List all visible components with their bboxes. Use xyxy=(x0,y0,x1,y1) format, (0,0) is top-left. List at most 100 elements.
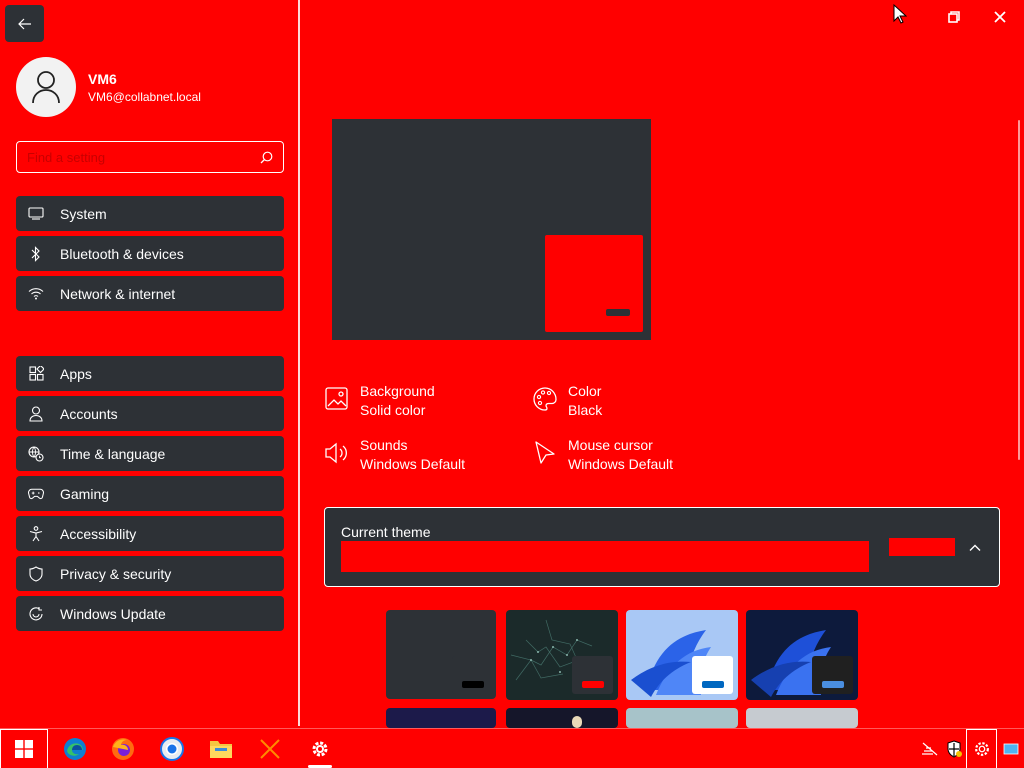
monitor-icon xyxy=(28,206,44,222)
start-button[interactable] xyxy=(0,729,48,768)
user-name: VM6 xyxy=(88,70,117,87)
x-app-taskbar-button[interactable] xyxy=(251,729,289,768)
windows-start-icon xyxy=(15,740,33,758)
sounds-value: Windows Default xyxy=(360,456,466,472)
sidebar-item-gaming[interactable]: Gaming xyxy=(16,476,284,511)
sidebar-item-network[interactable]: Network & internet xyxy=(16,276,284,311)
theme-mini-bar xyxy=(582,681,604,688)
theme-preview xyxy=(332,119,651,340)
preview-window xyxy=(545,235,643,332)
sidebar-item-accounts[interactable]: Accounts xyxy=(16,396,284,431)
cursor-icon xyxy=(535,441,555,464)
network-off-icon xyxy=(922,742,938,756)
user-profile[interactable]: VM6 VM6@collabnet.local xyxy=(16,57,201,117)
taskbar xyxy=(0,728,1024,768)
sidebar-item-accessibility[interactable]: Accessibility xyxy=(16,516,284,551)
bluetooth-icon xyxy=(28,245,44,262)
theme-mini-window xyxy=(812,656,853,694)
sidebar-item-privacy-security[interactable]: Privacy & security xyxy=(16,556,284,591)
edge-icon xyxy=(64,738,86,760)
update-icon xyxy=(28,606,44,622)
theme-thumbnail-row2-4[interactable] xyxy=(746,708,858,728)
user-email: VM6@collabnet.local xyxy=(88,89,201,104)
sidebar-item-label: Apps xyxy=(60,365,92,382)
chevron-up-icon[interactable] xyxy=(967,540,983,556)
avatar xyxy=(16,57,76,117)
search-box xyxy=(16,141,284,173)
background-value: Solid color xyxy=(360,402,426,418)
globe-clock-icon xyxy=(28,445,44,462)
firefox-taskbar-button[interactable] xyxy=(104,729,142,768)
background-title: Background xyxy=(360,383,435,399)
theme-mini-bar xyxy=(822,681,844,688)
x-app-icon xyxy=(260,739,280,759)
theme-thumbnail-glow[interactable] xyxy=(506,610,618,700)
restore-icon xyxy=(948,11,960,23)
settings-tray-button[interactable] xyxy=(966,729,997,768)
speaker-icon xyxy=(325,442,347,464)
notification-icon xyxy=(1003,743,1019,754)
file-explorer-taskbar-button[interactable] xyxy=(202,729,240,768)
search-input[interactable] xyxy=(27,149,260,165)
apps-icon xyxy=(28,366,44,382)
theme-thumbnail-windows-dark[interactable] xyxy=(746,610,858,700)
cursor-title: Mouse cursor xyxy=(568,437,653,453)
current-theme-panel[interactable]: Current theme xyxy=(324,507,1000,587)
search-icon[interactable] xyxy=(260,151,273,164)
chrome-icon xyxy=(160,737,184,761)
theme-mini-window xyxy=(572,656,613,694)
restore-button[interactable] xyxy=(931,2,977,32)
firefox-icon xyxy=(112,738,134,760)
theme-thumbnail-dark-solid[interactable] xyxy=(386,610,496,699)
mouse-cursor-setting[interactable]: Mouse cursor Windows Default xyxy=(532,436,673,474)
wifi-icon xyxy=(28,286,44,302)
color-value: Black xyxy=(568,402,603,418)
sidebar-divider xyxy=(298,0,300,726)
edge-taskbar-button[interactable] xyxy=(56,729,94,768)
sidebar-item-time-language[interactable]: Time & language xyxy=(16,436,284,471)
back-arrow-icon xyxy=(17,18,31,29)
notification-tray-button[interactable] xyxy=(999,729,1023,768)
theme-mini-window xyxy=(692,656,733,694)
close-button[interactable] xyxy=(977,2,1023,32)
security-tray-button[interactable] xyxy=(944,729,964,768)
chrome-taskbar-button[interactable] xyxy=(153,729,191,768)
sidebar-item-label: Gaming xyxy=(60,485,110,502)
pointer-arrow-icon xyxy=(893,3,908,29)
theme-thumbnail-row2-1[interactable] xyxy=(386,708,496,728)
sidebar-item-label: System xyxy=(60,205,107,222)
network-tray-button[interactable] xyxy=(918,729,942,768)
sidebar-item-system[interactable]: System xyxy=(16,196,284,231)
sidebar-item-label: Network & internet xyxy=(60,285,176,302)
scrollbar[interactable] xyxy=(1018,120,1020,460)
preview-taskbar xyxy=(606,309,630,316)
settings-gear-icon xyxy=(312,741,328,757)
theme-thumbnail-row2-2[interactable] xyxy=(506,708,618,728)
security-shield-icon xyxy=(947,740,962,758)
theme-thumbnail-row2-3[interactable] xyxy=(626,708,738,728)
sidebar-item-label: Windows Update xyxy=(60,605,166,622)
sidebar-item-label: Bluetooth & devices xyxy=(60,245,184,262)
sounds-setting[interactable]: Sounds Windows Default xyxy=(324,436,465,474)
sidebar-item-label: Accessibility xyxy=(60,525,137,542)
palette-icon xyxy=(533,387,557,411)
sidebar-item-apps[interactable]: Apps xyxy=(16,356,284,391)
theme-mini-bar xyxy=(702,681,724,688)
sounds-title: Sounds xyxy=(360,437,408,453)
sidebar-item-windows-update[interactable]: Windows Update xyxy=(16,596,284,631)
cursor-value: Windows Default xyxy=(568,456,674,472)
shield-icon xyxy=(28,565,44,582)
person-avatar-icon xyxy=(32,71,60,104)
current-theme-label: Current theme xyxy=(341,524,431,540)
gamepad-icon xyxy=(28,486,44,502)
theme-thumbnail-windows-light[interactable] xyxy=(626,610,738,700)
current-theme-value xyxy=(889,538,955,556)
sidebar-item-bluetooth[interactable]: Bluetooth & devices xyxy=(16,236,284,271)
sidebar-item-label: Time & language xyxy=(60,445,166,462)
back-button[interactable] xyxy=(5,5,44,42)
settings-taskbar-button[interactable] xyxy=(301,729,339,768)
background-setting[interactable]: Background Solid color xyxy=(324,382,435,420)
color-setting[interactable]: Color Black xyxy=(532,382,602,420)
image-icon xyxy=(325,387,348,410)
theme-mini-bar xyxy=(462,681,484,688)
